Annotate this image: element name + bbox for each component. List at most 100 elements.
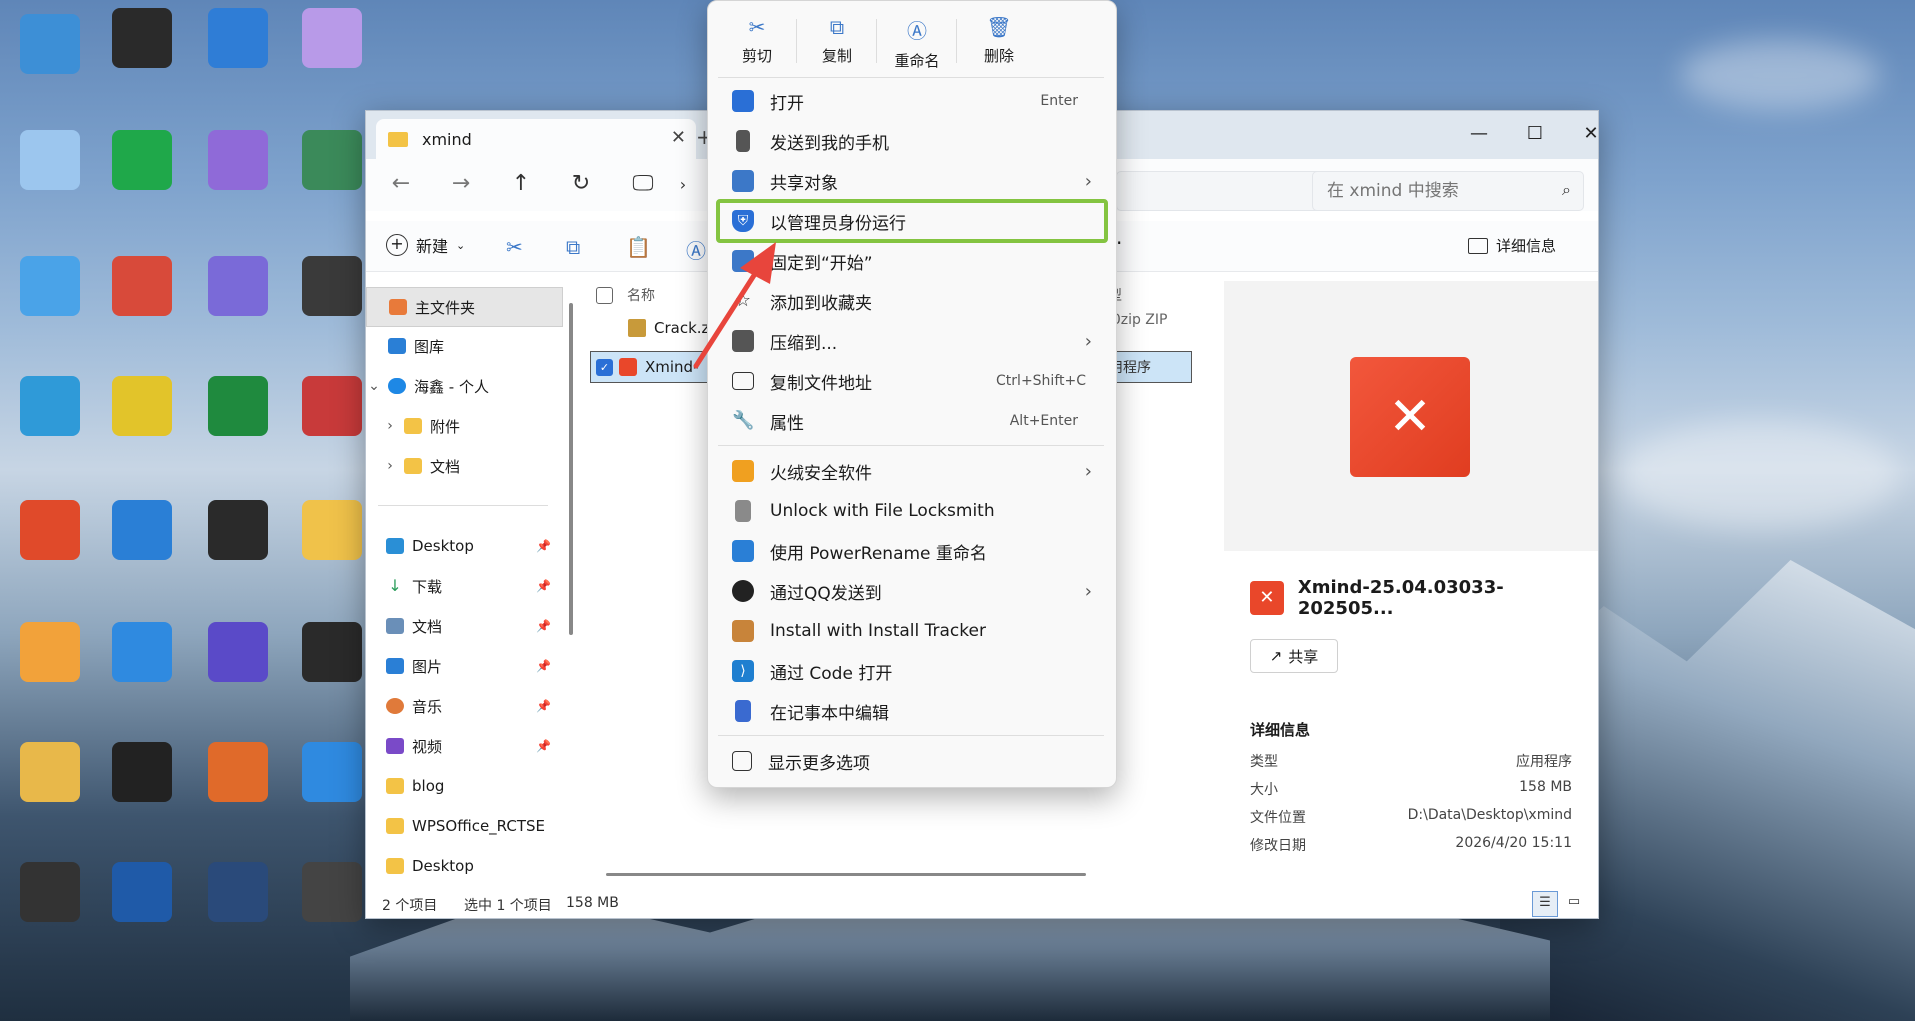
forward-icon[interactable]: → bbox=[446, 171, 476, 196]
sidebar-item-downloads[interactable]: ↓ 下载 📌 bbox=[366, 567, 561, 605]
desktop-app-icon[interactable] bbox=[208, 376, 268, 436]
desktop-app-icon[interactable] bbox=[112, 862, 172, 922]
new-button[interactable]: + 新建 ⌄ bbox=[386, 233, 465, 257]
desktop-app-icon[interactable] bbox=[302, 622, 362, 682]
cut-button[interactable]: ✂ 剪切 bbox=[722, 15, 792, 66]
column-header-name[interactable]: 名称 bbox=[590, 285, 655, 305]
sidebar-item-videos[interactable]: 视频 📌 bbox=[366, 727, 561, 765]
back-icon[interactable]: ← bbox=[386, 171, 416, 196]
copy-icon[interactable]: ⧉ bbox=[566, 235, 580, 259]
desktop-app-icon[interactable] bbox=[20, 130, 80, 190]
menu-item-huorong[interactable]: 火绒安全软件 › bbox=[718, 451, 1106, 491]
menu-item-edit-in-notepad[interactable]: 在记事本中编辑 bbox=[718, 691, 1106, 731]
sidebar-item-pictures[interactable]: 图片 📌 bbox=[366, 647, 561, 685]
horizontal-scrollbar[interactable] bbox=[606, 873, 1086, 876]
menu-item-open-with-code[interactable]: ⟩ 通过 Code 打开 bbox=[718, 651, 1106, 691]
search-box[interactable]: ⌕ bbox=[1312, 171, 1584, 211]
refresh-icon[interactable]: ↻ bbox=[566, 171, 596, 196]
desktop-app-icon[interactable] bbox=[112, 8, 172, 68]
paste-icon[interactable]: 📋 bbox=[626, 235, 651, 259]
desktop-app-icon[interactable] bbox=[208, 622, 268, 682]
desktop-app-icon[interactable] bbox=[112, 622, 172, 682]
close-window-icon[interactable]: ✕ bbox=[1564, 117, 1618, 151]
share-button[interactable]: ↗ 共享 bbox=[1250, 639, 1338, 673]
desktop-app-icon[interactable] bbox=[208, 8, 268, 68]
address-bar[interactable] bbox=[1116, 171, 1323, 211]
desktop-app-icon[interactable] bbox=[302, 742, 362, 802]
sidebar-item-onedrive[interactable]: ⌄ 海鑫 - 个人 bbox=[366, 367, 561, 405]
desktop-app-icon[interactable] bbox=[208, 742, 268, 802]
desktop-app-icon[interactable] bbox=[20, 500, 80, 560]
pin-icon[interactable]: 📌 bbox=[536, 619, 551, 633]
minimize-icon[interactable]: — bbox=[1452, 117, 1506, 151]
tab-xmind[interactable]: xmind ✕ bbox=[376, 119, 696, 159]
sidebar-item-attachments[interactable]: › 附件 bbox=[366, 407, 561, 445]
breadcrumb-chevron-icon[interactable]: › bbox=[668, 175, 698, 194]
desktop-app-icon[interactable] bbox=[208, 862, 268, 922]
menu-item-share[interactable]: 共享对象 › bbox=[718, 161, 1106, 201]
chevron-right-icon[interactable]: › bbox=[382, 418, 398, 434]
desktop-app-icon[interactable] bbox=[112, 376, 172, 436]
menu-item-open[interactable]: 打开 Enter bbox=[718, 81, 1106, 121]
chevron-down-icon[interactable]: ⌄ bbox=[366, 378, 382, 394]
desktop-app-icon[interactable] bbox=[208, 130, 268, 190]
desktop-app-icon[interactable] bbox=[302, 500, 362, 560]
menu-item-powerrename[interactable]: 使用 PowerRename 重命名 bbox=[718, 531, 1106, 571]
details-view-icon[interactable]: ☰ bbox=[1532, 891, 1558, 917]
desktop-app-icon[interactable] bbox=[302, 8, 362, 68]
sidebar-item-blog[interactable]: blog bbox=[366, 767, 561, 805]
desktop-app-icon[interactable] bbox=[112, 742, 172, 802]
desktop-app-icon[interactable] bbox=[302, 862, 362, 922]
desktop-app-icon[interactable] bbox=[302, 376, 362, 436]
sidebar-item-documents[interactable]: 文档 📌 bbox=[366, 607, 561, 645]
up-icon[interactable]: ↑ bbox=[506, 171, 536, 196]
menu-item-send-via-qq[interactable]: 通过QQ发送到 › bbox=[718, 571, 1106, 611]
tiles-view-icon[interactable]: ▭ bbox=[1562, 891, 1586, 915]
row-checkbox[interactable]: ✓ bbox=[596, 358, 613, 376]
sidebar-item-desktop[interactable]: Desktop 📌 bbox=[366, 527, 561, 565]
pin-icon[interactable]: 📌 bbox=[536, 579, 551, 593]
desktop-app-icon[interactable] bbox=[112, 256, 172, 316]
desktop-app-icon[interactable] bbox=[208, 256, 268, 316]
menu-item-show-more-options[interactable]: 显示更多选项 bbox=[718, 741, 1106, 781]
menu-item-file-locksmith[interactable]: Unlock with File Locksmith bbox=[718, 491, 1106, 531]
desktop-app-icon[interactable] bbox=[20, 862, 80, 922]
close-tab-icon[interactable]: ✕ bbox=[671, 127, 686, 148]
desktop-app-icon[interactable] bbox=[20, 376, 80, 436]
details-button[interactable]: 详细信息 bbox=[1467, 235, 1556, 256]
desktop-app-icon[interactable] bbox=[112, 500, 172, 560]
menu-item-properties[interactable]: 🔧 属性 Alt+Enter bbox=[718, 401, 1106, 441]
menu-item-run-as-admin[interactable]: ⛨ 以管理员身份运行 bbox=[716, 199, 1108, 243]
sidebar-item-desktop-folder[interactable]: Desktop bbox=[366, 847, 561, 885]
desktop-app-icon[interactable] bbox=[20, 256, 80, 316]
desktop-app-icon[interactable] bbox=[112, 130, 172, 190]
select-all-checkbox[interactable] bbox=[596, 286, 613, 304]
sidebar-item-wpsoffice[interactable]: WPSOffice_RCTSE bbox=[366, 807, 561, 845]
rename-button[interactable]: Ⓐ 重命名 bbox=[882, 15, 952, 71]
sidebar-item-documents-folder[interactable]: › 文档 bbox=[366, 447, 561, 485]
desktop-app-icon[interactable] bbox=[302, 256, 362, 316]
sidebar-item-music[interactable]: 音乐 📌 bbox=[366, 687, 561, 725]
pin-icon[interactable]: 📌 bbox=[536, 699, 551, 713]
sidebar-item-gallery[interactable]: 图库 bbox=[366, 327, 561, 365]
menu-item-install-tracker[interactable]: Install with Install Tracker bbox=[718, 611, 1106, 651]
pin-icon[interactable]: 📌 bbox=[536, 659, 551, 673]
desktop-app-icon[interactable] bbox=[302, 130, 362, 190]
cut-icon[interactable]: ✂ bbox=[506, 235, 523, 259]
pin-icon[interactable]: 📌 bbox=[536, 739, 551, 753]
desktop-app-icon[interactable] bbox=[20, 14, 80, 74]
desktop-app-icon[interactable] bbox=[208, 500, 268, 560]
sidebar-scrollbar[interactable] bbox=[569, 303, 573, 635]
search-input[interactable] bbox=[1325, 180, 1539, 202]
copy-button[interactable]: ⧉ 复制 bbox=[802, 15, 872, 66]
sidebar-item-home[interactable]: 主文件夹 bbox=[366, 287, 563, 327]
menu-item-send-to-phone[interactable]: 发送到我的手机 bbox=[718, 121, 1106, 161]
delete-button[interactable]: 🗑 删除 bbox=[964, 15, 1034, 66]
desktop-app-icon[interactable] bbox=[20, 742, 80, 802]
desktop-app-icon[interactable] bbox=[20, 622, 80, 682]
maximize-icon[interactable]: ☐ bbox=[1508, 117, 1562, 151]
pin-icon[interactable]: 📌 bbox=[536, 539, 551, 553]
detail-type: 类型 应用程序 bbox=[1250, 754, 1572, 770]
chevron-right-icon[interactable]: › bbox=[382, 458, 398, 474]
this-pc-icon[interactable]: 🖵 bbox=[628, 171, 658, 196]
